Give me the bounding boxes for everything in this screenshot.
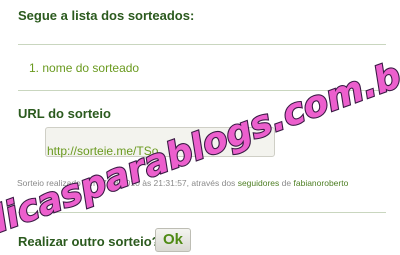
list-title: Segue a lista dos sorteados: (18, 8, 195, 23)
list-item-number: 1. (29, 61, 40, 75)
footer-connector: de (281, 178, 292, 188)
list-item-text: nome do sorteado (42, 61, 140, 75)
url-value[interactable]: http://sorteie.me/TSo (47, 144, 158, 158)
footer-info: Sorteio realizado em 27/08/2010 às 21:31… (17, 178, 348, 188)
again-label: Realizar outro sorteio? (18, 234, 160, 249)
footer-text: Sorteio realizado em 27/08/2010 às 21:31… (17, 178, 236, 188)
divider (18, 44, 386, 45)
user-link[interactable]: fabianoroberto (294, 178, 349, 188)
list-item: 1. nome do sorteado (29, 61, 139, 75)
divider (18, 90, 386, 91)
followers-link[interactable]: seguidores (238, 178, 280, 188)
divider (18, 212, 386, 213)
url-title: URL do sorteio (18, 106, 111, 121)
ok-button[interactable]: Ok (155, 228, 191, 252)
